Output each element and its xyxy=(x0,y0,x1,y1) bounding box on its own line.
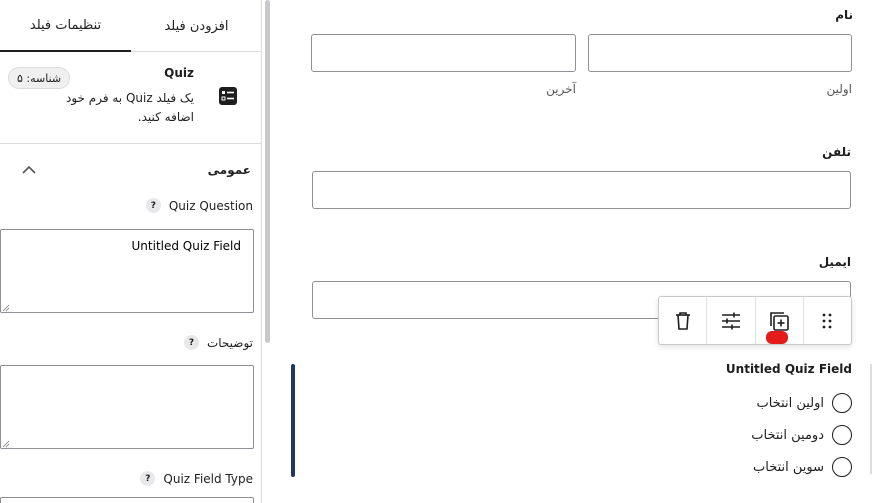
radio-button[interactable] xyxy=(832,393,852,413)
drag-handle-icon xyxy=(822,313,832,328)
quiz-option[interactable]: دومین انتخاب xyxy=(751,425,852,445)
settings-panel: تنظیمات فیلد افزودن فیلد شناسه: ۵ Quiz ی… xyxy=(0,0,262,503)
selected-block-indicator xyxy=(291,364,295,477)
block-description: یک فیلد Quiz به فرم خود اضافه کنید. xyxy=(66,91,194,124)
panel-scrollbar[interactable] xyxy=(265,0,270,343)
block-title: Quiz xyxy=(164,66,194,80)
quiz-question-label: ? Quiz Question xyxy=(145,198,253,213)
description-input[interactable] xyxy=(0,365,254,449)
quiz-question-input[interactable]: Untitled Quiz Field xyxy=(0,229,254,313)
delete-button[interactable] xyxy=(659,297,706,344)
block-card: شناسه: ۵ Quiz یک فیلد Quiz به فرم خود اض… xyxy=(0,52,261,144)
radio-button[interactable] xyxy=(832,425,852,445)
quiz-option[interactable]: اولین انتخاب xyxy=(756,393,852,413)
panel-tabs: تنظیمات فیلد افزودن فیلد xyxy=(0,0,261,52)
option-label: سوین انتخاب xyxy=(753,459,824,475)
description-label: ? توضیحات xyxy=(183,335,253,350)
click-marker xyxy=(766,331,788,344)
help-icon[interactable]: ? xyxy=(183,335,199,350)
help-icon[interactable]: ? xyxy=(140,471,156,486)
sliders-icon xyxy=(721,312,740,329)
block-toolbar xyxy=(658,296,852,345)
resize-grip-icon[interactable] xyxy=(2,440,10,448)
duplicate-icon xyxy=(770,311,789,331)
list-icon xyxy=(219,87,237,105)
id-badge: شناسه: ۵ xyxy=(8,67,71,89)
email-label: ایمیل xyxy=(818,255,851,269)
phone-input[interactable] xyxy=(312,171,851,209)
quiz-field-type-label: ? Quiz Field Type xyxy=(140,471,253,486)
quiz-field-type-select[interactable] xyxy=(0,497,254,503)
quiz-option[interactable]: سوین انتخاب xyxy=(753,457,852,477)
chevron-up-icon[interactable] xyxy=(21,164,37,176)
name-label: نام xyxy=(835,8,853,22)
option-label: دومین انتخاب xyxy=(751,427,824,443)
trash-icon xyxy=(675,311,690,330)
phone-label: تلفن xyxy=(822,145,851,159)
resize-grip-icon[interactable] xyxy=(2,304,10,312)
option-label: اولین انتخاب xyxy=(756,395,824,411)
last-name-input[interactable] xyxy=(311,34,576,72)
settings-button[interactable] xyxy=(707,297,754,344)
last-name-sublabel: آخرین xyxy=(546,82,576,96)
first-name-input[interactable] xyxy=(588,34,852,72)
radio-button[interactable] xyxy=(832,457,852,477)
first-name-sublabel: اولین xyxy=(826,82,852,96)
section-general[interactable]: عمومی xyxy=(0,155,261,185)
section-title: عمومی xyxy=(207,163,251,177)
help-icon[interactable]: ? xyxy=(145,198,161,213)
drag-handle[interactable] xyxy=(804,297,851,344)
quiz-title: Untitled Quiz Field xyxy=(725,362,852,376)
canvas-scrollbar[interactable] xyxy=(870,364,872,474)
tab-add-field[interactable]: افزودن فیلد xyxy=(131,0,261,52)
tab-field-settings[interactable]: تنظیمات فیلد xyxy=(0,0,131,52)
